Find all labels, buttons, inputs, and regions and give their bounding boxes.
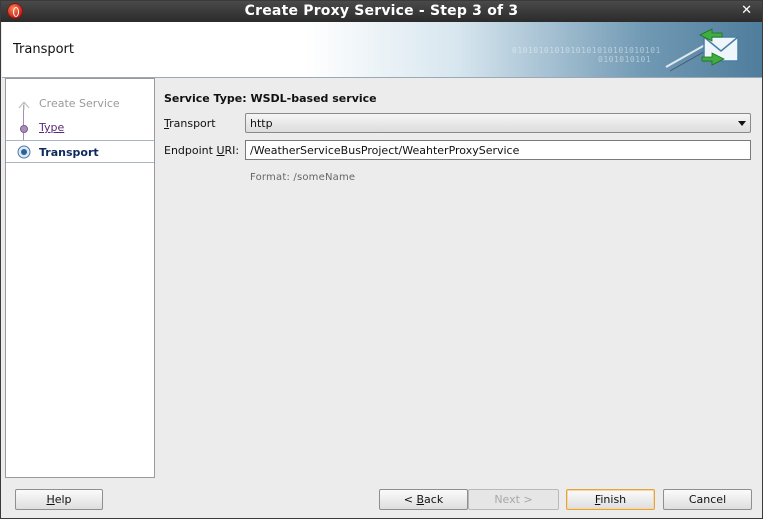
cancel-button[interactable]: Cancel xyxy=(663,489,752,510)
wizard-steps-panel: Create Service Type Transport xyxy=(5,78,155,478)
mnemonic: H xyxy=(46,493,55,506)
label-text: Endpoint xyxy=(164,144,217,157)
finish-button[interactable]: Finish xyxy=(566,489,655,510)
banner-title: Transport xyxy=(13,42,75,57)
endpoint-uri-field[interactable]: /WeatherServiceBusProject/WeahterProxySe… xyxy=(245,140,751,160)
step-type[interactable]: Type xyxy=(6,116,154,139)
back-button[interactable]: < Back xyxy=(379,489,468,510)
header-banner: Transport 0101010101010101010101010101 0… xyxy=(2,22,762,78)
transport-label: Transport xyxy=(164,117,216,130)
banner-binary-decoration: 0101010101010101010101010101 xyxy=(512,46,661,55)
step-transport[interactable]: Transport xyxy=(6,140,154,163)
format-hint: Format: /someName xyxy=(250,172,356,183)
button-label: elp xyxy=(54,493,72,506)
title-bar: Create Proxy Service - Step 3 of 3 ✕ xyxy=(1,1,762,22)
mnemonic: B xyxy=(416,493,425,506)
endpoint-uri-label: Endpoint URI: xyxy=(164,144,239,157)
step-label: Create Service xyxy=(39,97,120,110)
label-text: RI: xyxy=(224,144,240,157)
step-done-icon xyxy=(18,101,30,110)
dialog-window: Create Proxy Service - Step 3 of 3 ✕ Tra… xyxy=(0,0,763,519)
help-button[interactable]: Help xyxy=(15,489,103,510)
service-type-text: Service Type: WSDL-based service xyxy=(164,92,377,105)
step-label[interactable]: Type xyxy=(39,121,64,134)
mnemonic: U xyxy=(216,144,225,157)
label-text: ransport xyxy=(169,117,216,130)
close-icon[interactable]: ✕ xyxy=(741,3,752,18)
chevron-down-icon[interactable] xyxy=(738,121,746,126)
step-current-icon xyxy=(17,145,31,159)
button-label: < xyxy=(403,493,417,506)
mail-exchange-icon xyxy=(665,28,739,72)
step-create-service: Create Service xyxy=(6,92,154,115)
step-content-panel: Service Type: WSDL-based service Transpo… xyxy=(155,78,762,478)
step-label: Transport xyxy=(39,146,99,159)
button-label: inish xyxy=(600,493,627,506)
dialog-title: Create Proxy Service - Step 3 of 3 xyxy=(244,3,519,19)
transport-select[interactable]: http xyxy=(245,113,751,133)
banner-binary-decoration: 0101010101 xyxy=(598,55,652,64)
next-button[interactable]: Next > xyxy=(468,489,559,510)
transport-selected-value: http xyxy=(250,117,273,130)
button-label: ack xyxy=(424,493,444,506)
step-visited-icon xyxy=(20,125,28,133)
